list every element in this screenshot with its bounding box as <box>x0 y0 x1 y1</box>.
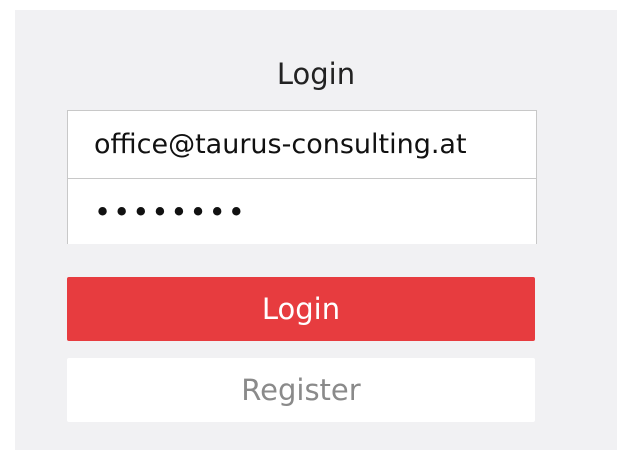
login-button[interactable]: Login <box>67 277 535 341</box>
register-button[interactable]: Register <box>67 358 535 422</box>
credentials-group <box>67 110 537 244</box>
form-title: Login <box>276 57 356 91</box>
email-field[interactable] <box>68 111 536 177</box>
password-field[interactable] <box>68 178 536 244</box>
login-panel: Login Login Register <box>15 10 617 450</box>
